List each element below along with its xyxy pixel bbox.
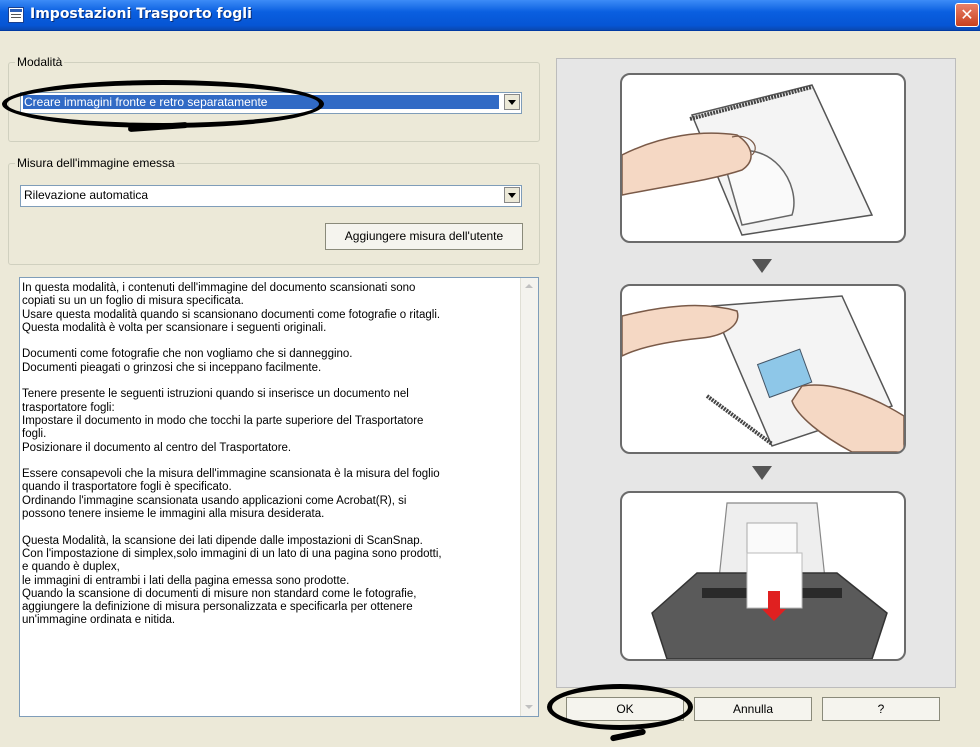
chevron-down-icon[interactable] (504, 187, 520, 203)
step1-illustration (620, 73, 906, 243)
description-blank-line (22, 455, 516, 468)
description-line: le immagini di entrambi i lati della pag… (22, 574, 350, 587)
cancel-button[interactable]: Annulla (694, 697, 812, 721)
mode-group-legend: Modalità (15, 55, 65, 69)
arrow-down-icon (752, 466, 772, 480)
scroll-up-icon[interactable] (522, 279, 537, 294)
description-line: Ordinando l'immagine scansionata usando … (22, 494, 407, 507)
add-user-size-button[interactable]: Aggiungere misura dell'utente (325, 223, 523, 250)
description-line: e quando è duplex, (22, 561, 120, 574)
step3-illustration (620, 491, 906, 661)
ok-button[interactable]: OK (566, 697, 684, 721)
close-button[interactable]: ✕ (955, 3, 979, 27)
description-line: Tenere presente le seguenti istruzioni q… (22, 388, 409, 401)
description-blank-line (22, 335, 516, 348)
description-line: Questa modalità è volta per scansionare … (22, 321, 327, 334)
description-line: quando il trasportatore fogli è specific… (22, 481, 232, 494)
arrow-down-icon (752, 259, 772, 273)
description-line: Quando la scansione di documenti di misu… (22, 587, 417, 600)
description-line: trasportatore fogli: (22, 401, 115, 414)
description-textarea[interactable]: In questa modalità, i contenuti dell'imm… (19, 277, 539, 717)
chevron-down-icon[interactable] (504, 94, 520, 110)
annotation-stroke (609, 728, 647, 742)
size-group-legend: Misura dell'immagine emessa (15, 156, 177, 170)
description-line: Posizionare il documento al centro del T… (22, 441, 292, 454)
step2-illustration (620, 284, 906, 454)
size-select[interactable]: Rilevazione automatica (20, 185, 522, 207)
description-line: Documenti come fotografie che non voglia… (22, 348, 353, 361)
mode-select-value: Creare immagini fronte e retro separatam… (23, 95, 499, 109)
description-line: In questa modalità, i contenuti dell'imm… (22, 282, 416, 294)
window-icon (8, 7, 24, 23)
description-blank-line (22, 375, 516, 388)
description-line: Documenti pieagati o grinzosi che si inc… (22, 361, 322, 374)
description-line: copiati su un un foglio di misura specif… (22, 295, 244, 308)
description-line: possono tenere insieme le immagini alla … (22, 508, 325, 521)
description-line: fogli. (22, 428, 47, 441)
window-title: Impostazioni Trasporto fogli (30, 6, 252, 22)
scroll-down-icon[interactable] (522, 700, 537, 715)
title-bar: Impostazioni Trasporto fogli ✕ (0, 0, 980, 31)
description-text: In questa modalità, i contenuti dell'imm… (22, 282, 516, 628)
description-line: un'immagine ordinata e nitida. (22, 614, 176, 627)
description-line: Usare questa modalità quando si scansion… (22, 308, 441, 321)
description-line: Essere consapevoli che la misura dell'im… (22, 468, 440, 481)
help-button[interactable]: ? (822, 697, 940, 721)
description-line: aggiungere la definizione di misura pers… (22, 601, 413, 614)
description-line: Impostare il documento in modo che tocch… (22, 414, 424, 427)
description-line: Questa Modalità, la scansione dei lati d… (22, 534, 423, 547)
size-select-value: Rilevazione automatica (24, 188, 149, 202)
description-line: Con l'impostazione di simplex,solo immag… (22, 547, 442, 560)
mode-select[interactable]: Creare immagini fronte e retro separatam… (20, 92, 522, 114)
vertical-scrollbar[interactable] (520, 278, 538, 716)
description-blank-line (22, 521, 516, 534)
